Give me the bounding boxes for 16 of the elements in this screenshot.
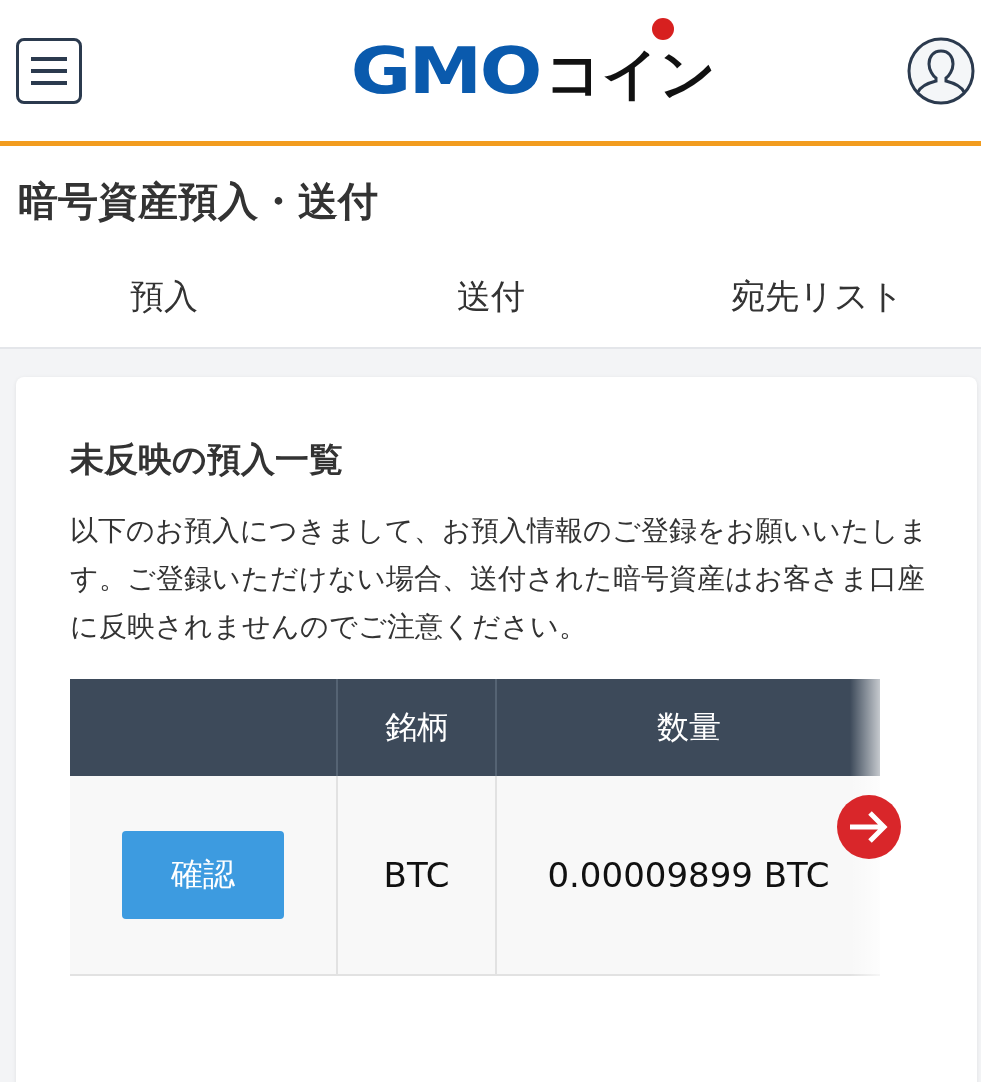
tab[interactable]: 宛先リスト xyxy=(654,247,981,347)
tab[interactable]: 送付 xyxy=(327,247,654,347)
menu-button[interactable] xyxy=(16,37,82,104)
dot-icon xyxy=(652,17,675,40)
table-cell: BTC xyxy=(337,776,496,975)
section-title: 未反映の預入一覧 xyxy=(70,438,344,481)
arrow-right-icon[interactable] xyxy=(836,794,902,860)
user-icon xyxy=(907,36,975,105)
tab[interactable]: 預入 xyxy=(0,247,327,347)
account-button[interactable] xyxy=(907,36,975,105)
column-header: 数量 xyxy=(496,679,880,776)
page-title: 暗号資産預入・送付 xyxy=(0,146,981,247)
logo-text: GMO xyxy=(350,33,540,108)
column-header: 銘柄 xyxy=(337,679,496,776)
description: 以下のお預入につきまして、お預入情報のご登録をお願いいたします。ご登録いただけない場合、送付された暗号資産はお客さま口座に反映されませんのでご注意ください。 xyxy=(70,513,929,645)
table-cell: 0.00009899 BTC xyxy=(496,776,880,975)
